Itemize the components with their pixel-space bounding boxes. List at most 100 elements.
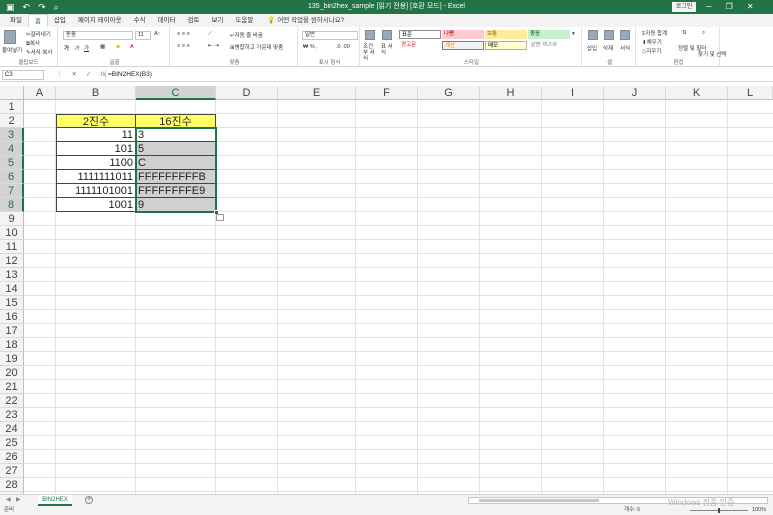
column-header-l[interactable]: L — [728, 86, 773, 100]
style-warning[interactable]: 경고문 — [399, 41, 441, 50]
cell-c3[interactable]: 3 — [136, 128, 216, 142]
enter-icon[interactable]: ✓ — [86, 70, 91, 80]
cell-c7[interactable]: FFFFFFFFE9 — [136, 184, 216, 198]
zoom-slider-knob[interactable] — [718, 508, 720, 513]
next-sheet-icon[interactable]: ▶ — [16, 496, 21, 503]
row-header[interactable]: 19 — [0, 352, 24, 366]
align-left-icon[interactable]: ≡ ≡ ≡ — [177, 43, 190, 49]
style-good[interactable]: 좋음 — [528, 30, 570, 39]
orientation-icon[interactable]: ⟋ — [208, 31, 212, 38]
grow-font-icon[interactable]: A↑ — [154, 31, 160, 37]
row-header[interactable]: 24 — [0, 422, 24, 436]
cell-c5[interactable]: C — [136, 156, 216, 170]
column-header-c[interactable]: C — [136, 86, 216, 100]
row-header[interactable]: 15 — [0, 296, 24, 310]
column-header-h[interactable]: H — [480, 86, 542, 100]
find-select-button[interactable]: ⌕ — [702, 30, 705, 37]
style-explanatory[interactable]: 설명 텍스트 — [528, 41, 570, 50]
cell-b8[interactable]: 1001 — [56, 198, 136, 212]
column-header-e[interactable]: E — [278, 86, 356, 100]
style-calculation[interactable]: 계산 — [442, 41, 484, 50]
row-header[interactable]: 20 — [0, 366, 24, 380]
fill-button[interactable]: ⬇채우기 — [642, 38, 662, 46]
row-header[interactable]: 25 — [0, 436, 24, 450]
tab-page-layout[interactable]: 페이지 레이아웃 — [72, 14, 128, 27]
fill-color-icon[interactable]: ◆ — [116, 44, 120, 50]
indent-icon[interactable]: ⇤ ⇥ — [208, 43, 219, 49]
restore-icon[interactable]: ❐ — [726, 0, 733, 14]
worksheet-grid[interactable]: A B C D E F G H I J K L 1 2 3 4 5 6 7 8 … — [0, 86, 773, 498]
row-header[interactable]: 6 — [0, 170, 24, 184]
row-header[interactable]: 5 — [0, 156, 24, 170]
wrap-text-button[interactable]: ↵자동 줄 바꿈 — [230, 31, 263, 39]
cell-b5[interactable]: 1100 — [56, 156, 136, 170]
merge-center-button[interactable]: ⊞병합하고 가운데 맞춤 — [230, 43, 283, 51]
row-header[interactable]: 14 — [0, 282, 24, 296]
cell-b2[interactable]: 2진수 — [56, 114, 136, 128]
format-painter-button[interactable]: ✎서식 복사 — [26, 48, 52, 56]
quick-analysis-icon[interactable] — [216, 214, 224, 221]
cell-c4[interactable]: 5 — [136, 142, 216, 156]
add-sheet-icon[interactable]: + — [85, 496, 93, 504]
formula-input[interactable]: =BIN2HEX(B3) — [105, 70, 769, 80]
row-header[interactable]: 4 — [0, 142, 24, 156]
row-header[interactable]: 21 — [0, 380, 24, 394]
column-header-k[interactable]: K — [666, 86, 728, 100]
cell-c6[interactable]: FFFFFFFFFB — [136, 170, 216, 184]
row-header[interactable]: 22 — [0, 394, 24, 408]
row-header[interactable]: 18 — [0, 338, 24, 352]
align-top-icon[interactable]: ≡ ≡ ≡ — [177, 31, 190, 37]
styles-more-icon[interactable]: ▾ — [572, 31, 575, 37]
style-note[interactable]: 메모 — [485, 41, 527, 50]
column-header-g[interactable]: G — [418, 86, 480, 100]
tab-home[interactable]: 홈 — [27, 14, 48, 27]
insert-cells-button[interactable] — [588, 30, 598, 40]
clear-button[interactable]: ◇지우기 — [642, 47, 661, 55]
zoom-slider[interactable] — [690, 508, 748, 513]
column-header-f[interactable]: F — [356, 86, 418, 100]
tell-me-search[interactable]: 💡 어떤 작업을 원하시나요? — [259, 14, 344, 27]
tab-file[interactable]: 파일 — [4, 14, 28, 27]
row-header[interactable]: 26 — [0, 450, 24, 464]
italic-icon[interactable]: 가 — [74, 44, 79, 52]
font-color-icon[interactable]: A — [130, 44, 134, 50]
font-size-dropdown[interactable]: 11 — [135, 31, 151, 40]
tab-data[interactable]: 데이터 — [152, 14, 182, 27]
column-header-d[interactable]: D — [216, 86, 278, 100]
column-header-b[interactable]: B — [56, 86, 136, 100]
row-header[interactable]: 16 — [0, 310, 24, 324]
font-name-dropdown[interactable]: 돋움 — [63, 31, 133, 40]
scrollbar-thumb[interactable] — [479, 499, 599, 502]
delete-cells-button[interactable] — [604, 30, 614, 40]
style-normal[interactable]: 표준 — [399, 30, 441, 39]
row-header[interactable]: 12 — [0, 254, 24, 268]
row-header[interactable]: 28 — [0, 478, 24, 492]
tab-review[interactable]: 검토 — [182, 14, 206, 27]
tab-view[interactable]: 보기 — [205, 14, 229, 27]
cut-button[interactable]: ✂잘라내기 — [26, 30, 51, 38]
paste-button[interactable] — [4, 30, 16, 44]
row-header[interactable]: 23 — [0, 408, 24, 422]
bold-icon[interactable]: 가 — [64, 44, 69, 52]
row-header[interactable]: 17 — [0, 324, 24, 338]
row-header[interactable]: 10 — [0, 226, 24, 240]
sort-filter-button[interactable]: ⇅ — [682, 30, 687, 36]
style-neutral[interactable]: 보통 — [485, 30, 527, 39]
decimal-icon[interactable]: .0 .00 — [336, 44, 350, 50]
format-cells-button[interactable] — [620, 30, 630, 40]
minimize-icon[interactable]: ─ — [706, 0, 712, 14]
row-header[interactable]: 13 — [0, 268, 24, 282]
column-header-j[interactable]: J — [604, 86, 666, 100]
sheet-tab-bin2hex[interactable]: BIN2HEX — [38, 495, 72, 506]
cell-b7[interactable]: 1111101001 — [56, 184, 136, 198]
name-box[interactable]: C3 — [2, 70, 44, 80]
close-icon[interactable]: ✕ — [747, 0, 754, 14]
cell-c8[interactable]: 9 — [136, 198, 216, 212]
cell-b4[interactable]: 101 — [56, 142, 136, 156]
row-header[interactable]: 11 — [0, 240, 24, 254]
cell-b6[interactable]: 1111111011 — [56, 170, 136, 184]
row-header[interactable]: 3 — [0, 128, 24, 142]
format-as-table-button[interactable] — [382, 30, 392, 40]
row-header[interactable]: 27 — [0, 464, 24, 478]
column-header-a[interactable]: A — [24, 86, 56, 100]
